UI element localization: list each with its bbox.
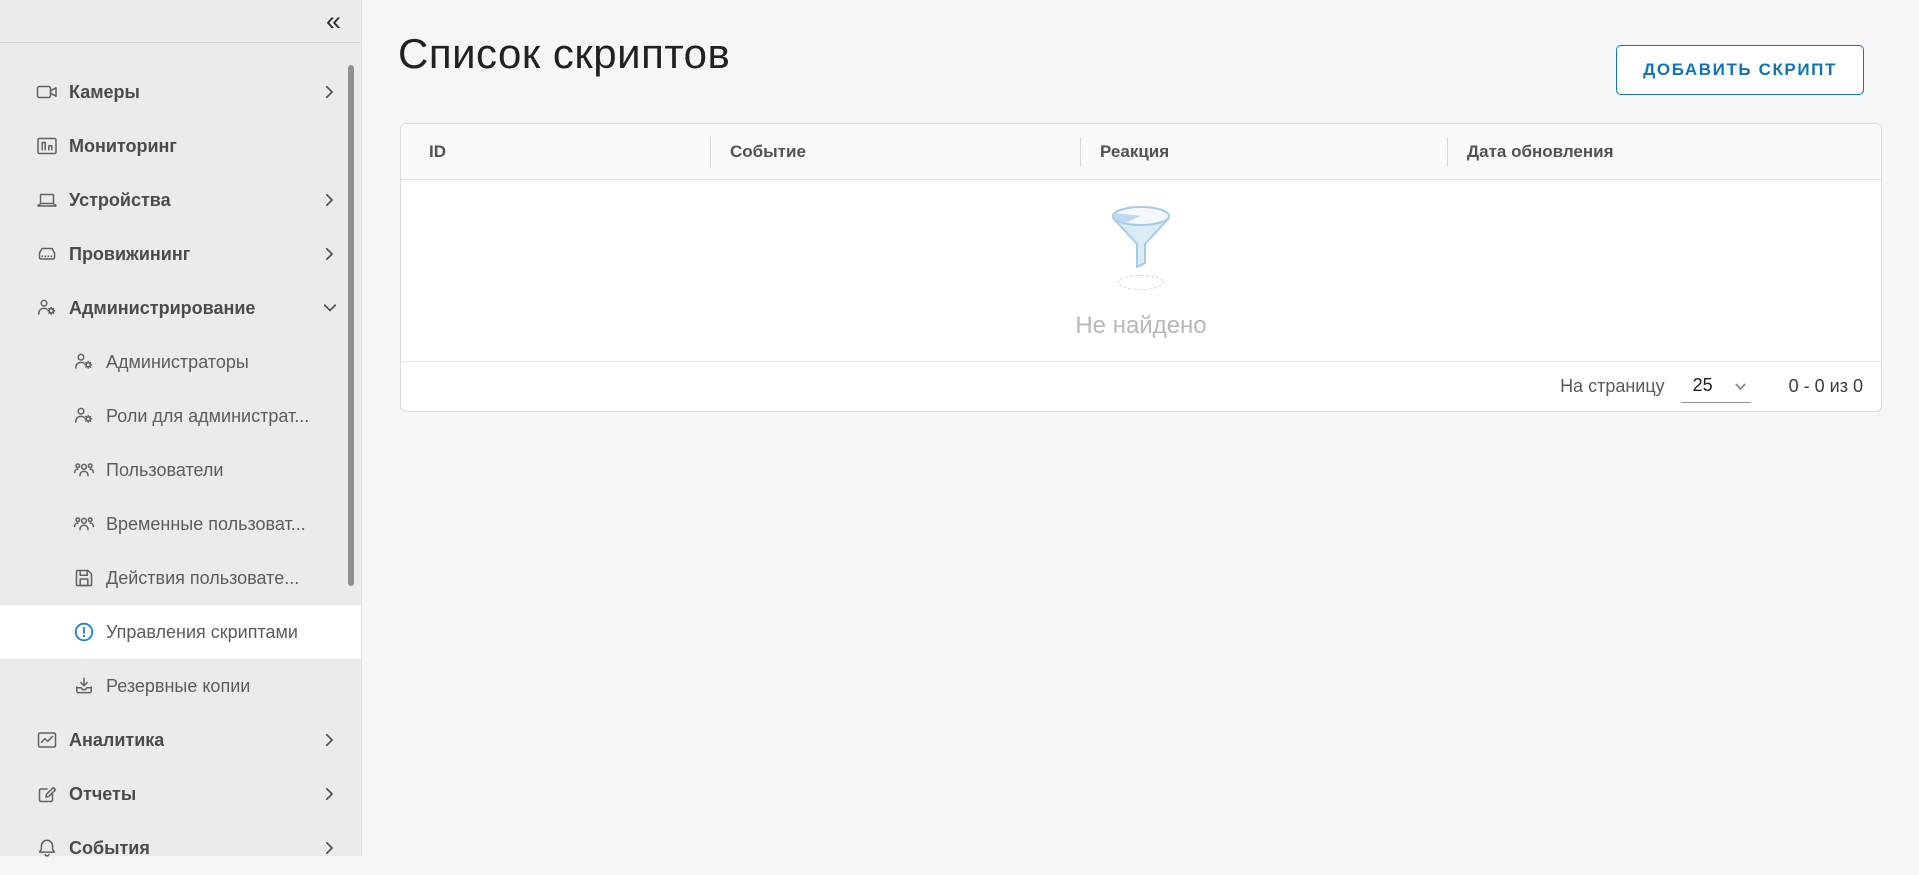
sidebar-item-label: Камеры xyxy=(69,82,140,103)
chevron-down-icon xyxy=(321,299,339,317)
funnel-shadow-ellipse xyxy=(1118,275,1164,290)
sidebar-scrollbar-thumb[interactable] xyxy=(348,65,354,586)
chevron-right-icon xyxy=(321,83,339,101)
sidebar-item-label: Управления скриптами xyxy=(106,622,298,643)
sidebar-item-devices[interactable]: Устройства xyxy=(0,173,361,227)
monitoring-icon xyxy=(36,135,58,157)
sidebar-item-events[interactable]: События xyxy=(0,821,361,875)
analytics-icon xyxy=(36,729,58,751)
collapse-sidebar-icon[interactable]: « xyxy=(326,4,341,38)
column-header-2: Реакция xyxy=(1080,124,1447,179)
sidebar-item-provisioning[interactable]: Провижининг xyxy=(0,227,361,281)
devices-icon xyxy=(36,189,58,211)
sidebar-item-backups[interactable]: Резервные копии xyxy=(0,659,361,713)
sidebar-item-reports[interactable]: Отчеты xyxy=(0,767,361,821)
sidebar-item-temp-users[interactable]: Временные пользоват... xyxy=(0,497,361,551)
column-header-0: ID xyxy=(401,124,710,179)
sidebar-item-label: Мониторинг xyxy=(69,136,177,157)
chevron-right-icon xyxy=(321,245,339,263)
empty-state-text: Не найдено xyxy=(1075,312,1206,340)
chevron-right-icon xyxy=(321,191,339,209)
sidebar-item-analytics[interactable]: Аналитика xyxy=(0,713,361,767)
admin-gear-icon xyxy=(73,351,95,373)
per-page-select[interactable]: 25 xyxy=(1681,371,1751,403)
page-title: Список скриптов xyxy=(398,30,730,78)
sidebar-item-label: Действия пользовате... xyxy=(106,568,299,589)
sidebar-item-user-actions[interactable]: Действия пользовате... xyxy=(0,551,361,605)
sidebar-item-monitoring[interactable]: Мониторинг xyxy=(0,119,361,173)
sidebar-item-script-management[interactable]: Управления скриптами xyxy=(0,605,361,659)
chevron-right-icon xyxy=(321,785,339,803)
column-header-3: Дата обновления xyxy=(1447,124,1881,179)
chevron-right-icon xyxy=(321,731,339,749)
per-page-label: На страницу xyxy=(1560,376,1665,397)
provisioning-icon xyxy=(36,243,58,265)
sidebar-item-label: Отчеты xyxy=(69,784,136,805)
backup-download-icon xyxy=(73,675,95,697)
sidebar-topbar: « xyxy=(0,0,361,43)
per-page-value: 25 xyxy=(1693,375,1713,396)
save-icon xyxy=(73,567,95,589)
users-group-icon xyxy=(73,513,95,535)
main-content: Список скриптов ДОБАВИТЬ СКРИПТ IDСобыти… xyxy=(362,0,1919,856)
camera-icon xyxy=(36,81,58,103)
table-header-row: IDСобытиеРеакцияДата обновления xyxy=(401,124,1881,180)
sidebar-item-label: Аналитика xyxy=(69,730,164,751)
column-header-1: Событие xyxy=(710,124,1080,179)
sidebar-item-administration[interactable]: Администрирование xyxy=(0,281,361,335)
table-pagination-bar: На страницу 25 0 - 0 из 0 xyxy=(401,361,1881,411)
users-group-icon xyxy=(73,459,95,481)
sidebar-item-label: Администрирование xyxy=(69,298,255,319)
reports-icon xyxy=(36,783,58,805)
funnel-icon xyxy=(1110,204,1172,270)
sidebar-item-cameras[interactable]: Камеры xyxy=(0,65,361,119)
sidebar-item-label: Временные пользоват... xyxy=(106,514,306,535)
chevron-right-icon xyxy=(321,839,339,857)
scripts-table-card: IDСобытиеРеакцияДата обновления Не найде… xyxy=(400,123,1882,412)
admin-gear-icon xyxy=(73,405,95,427)
alert-circle-icon xyxy=(73,621,95,643)
add-script-button[interactable]: ДОБАВИТЬ СКРИПТ xyxy=(1616,45,1864,95)
sidebar-menu: Камеры Мониторинг Устройства Провижининг Адм… xyxy=(0,43,361,875)
admin-gear-icon xyxy=(36,297,58,319)
sidebar-item-label: Провижининг xyxy=(69,244,190,265)
sidebar-item-label: Резервные копии xyxy=(106,676,250,697)
sidebar-item-label: Администраторы xyxy=(106,352,249,373)
sidebar-item-label: Пользователи xyxy=(106,460,223,481)
sidebar-item-admin-roles[interactable]: Роли для администрат... xyxy=(0,389,361,443)
sidebar-item-label: Устройства xyxy=(69,190,171,211)
sidebar-item-users[interactable]: Пользователи xyxy=(0,443,361,497)
sidebar-item-label: События xyxy=(69,838,150,859)
sidebar-item-administrators[interactable]: Администраторы xyxy=(0,335,361,389)
sidebar-item-label: Роли для администрат... xyxy=(106,406,309,427)
table-empty-state: Не найдено xyxy=(401,180,1881,361)
sidebar: « Камеры Мониторинг Устройства Провижининг А… xyxy=(0,0,362,856)
chevron-down-icon xyxy=(1732,378,1749,395)
pagination-range-label: 0 - 0 из 0 xyxy=(1789,376,1863,397)
